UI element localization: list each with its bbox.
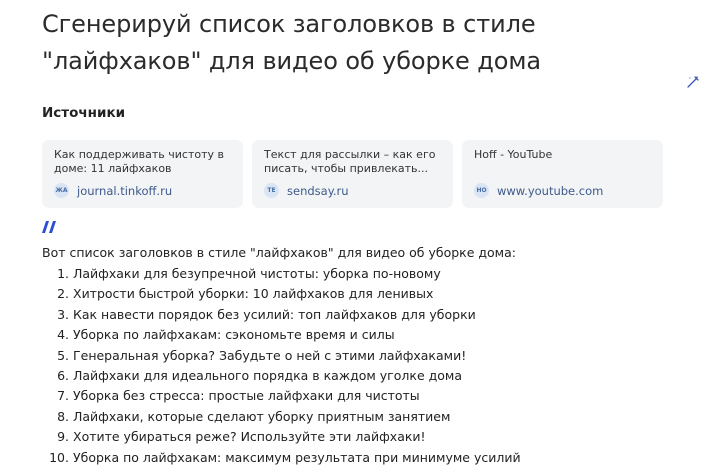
magic-wand-icon[interactable] xyxy=(686,75,700,89)
list-item: 8. Лайфхаки, которые сделают уборку прият… xyxy=(57,408,451,424)
site-favicon-icon: НО xyxy=(474,183,489,198)
assistant-logo-icon xyxy=(42,221,56,233)
source-card-title: Как поддерживать чистоту в доме: 11 лайф… xyxy=(54,148,224,175)
list-item: 1. Лайфхаки для безупречной чистоты: убор… xyxy=(57,266,441,281)
sources-heading: Источники xyxy=(42,105,126,121)
list-item: 4. Уборка по лайфхакам: сэкономьте время … xyxy=(57,327,395,343)
list-item: 2. Хитрости быстрой уборки: 10 лайфхаков … xyxy=(57,286,434,302)
source-card-site: ЖА journal.tinkoff.ru xyxy=(54,183,172,198)
list-item: 3. Как навести порядок без усилий: топ ла… xyxy=(57,306,476,322)
list-item: 5. Генеральная уборка? Забудьте о ней с э… xyxy=(57,347,467,363)
answer-list: 1. Лайфхаки для безупречной чистоты: убор… xyxy=(42,264,521,468)
source-card-site: НО www.youtube.com xyxy=(474,183,603,198)
user-question: Сгенерируй список заголовков в стиле "ла… xyxy=(42,10,541,75)
answer-intro: Вот список заголовков в стиле "лайфхаков… xyxy=(42,245,516,260)
source-domain: www.youtube.com xyxy=(497,183,604,198)
source-cards: Как поддерживать чистоту в доме: 11 лайф… xyxy=(42,140,663,208)
list-item: 7. Уборка без стресса: простые лайфхаки д… xyxy=(57,388,420,404)
site-favicon-icon: ЖА xyxy=(54,183,69,198)
site-favicon-icon: ТЕ xyxy=(264,183,279,198)
source-card-title: Hoff - YouTube xyxy=(474,148,553,161)
source-card-site: ТЕ sendsay.ru xyxy=(264,183,349,198)
list-item: 6. Лайфхаки для идеального порядка в кажд… xyxy=(57,368,462,384)
source-card[interactable]: Как поддерживать чистоту в доме: 11 лайф… xyxy=(42,140,243,208)
list-item: 9. Хотите убираться реже? Используйте эти… xyxy=(57,429,426,445)
source-card[interactable]: Текст для рассылки – как его писать, что… xyxy=(252,140,453,208)
source-domain: journal.tinkoff.ru xyxy=(77,183,173,198)
source-card-title: Текст для рассылки – как его писать, что… xyxy=(264,148,436,175)
source-card[interactable]: Hoff - YouTube НО www.youtube.com xyxy=(462,140,663,208)
source-domain: sendsay.ru xyxy=(287,183,349,198)
list-item: 10. Уборка по лайфхакам: максимум результ… xyxy=(49,449,521,465)
